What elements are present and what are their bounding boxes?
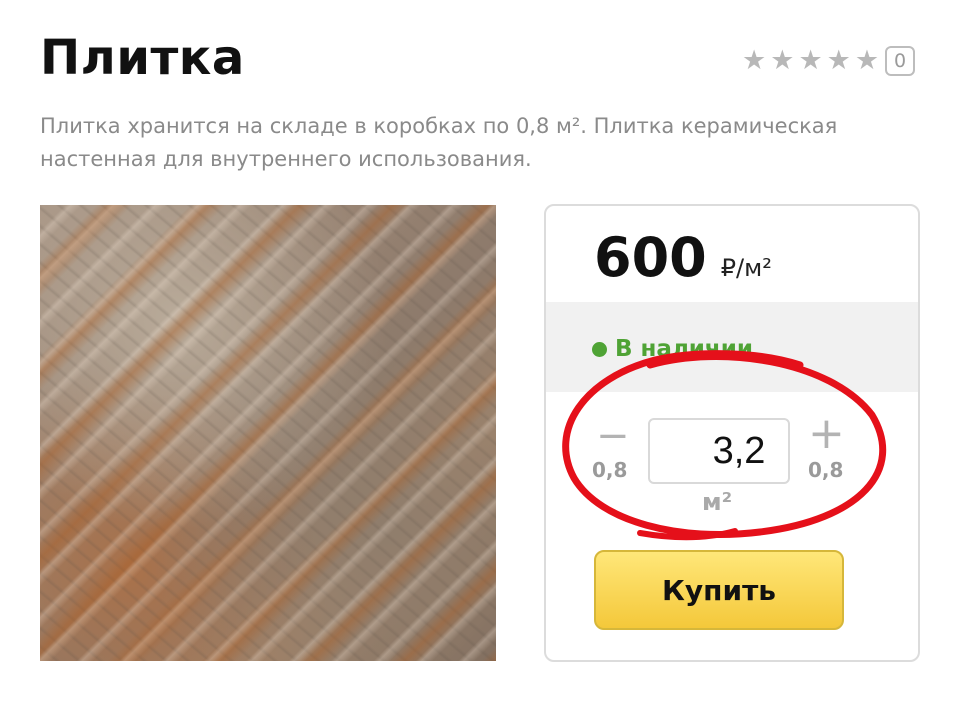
buy-button[interactable]: Купить: [594, 550, 844, 630]
buy-card: 600 ₽/м² В наличии − 0,8 + 0,8 м² Купить: [544, 204, 920, 662]
reviews-count-badge[interactable]: 0: [885, 46, 916, 76]
stock-dot-icon: [592, 341, 607, 357]
stock-status: В наличии: [592, 336, 753, 362]
star-icon: ★: [826, 45, 851, 76]
star-icon: ★: [742, 45, 767, 76]
rating[interactable]: ★ ★ ★ ★ ★ 0: [742, 45, 916, 76]
quantity-step-plus-label: 0,8: [808, 458, 844, 482]
price: 600 ₽/м²: [594, 226, 772, 289]
page-title: Плитка: [40, 30, 245, 86]
quantity-minus-button[interactable]: −: [596, 416, 630, 456]
star-icon: ★: [770, 45, 795, 76]
star-icon: ★: [854, 45, 880, 76]
stock-status-label: В наличии: [615, 336, 753, 362]
quantity-step-minus-label: 0,8: [592, 458, 628, 482]
quantity-plus-button[interactable]: +: [808, 412, 845, 456]
star-icon: ★: [798, 45, 823, 76]
price-unit: ₽/м²: [720, 254, 772, 282]
product-image[interactable]: [40, 205, 496, 661]
product-description: Плитка хранится на складе в коробках по …: [40, 114, 838, 171]
product-page: Плитка ★ ★ ★ ★ ★ 0 Плитка хранится на ск…: [0, 0, 960, 702]
price-value: 600: [594, 226, 707, 289]
quantity-input[interactable]: [648, 418, 790, 484]
quantity-unit: м²: [702, 488, 733, 516]
